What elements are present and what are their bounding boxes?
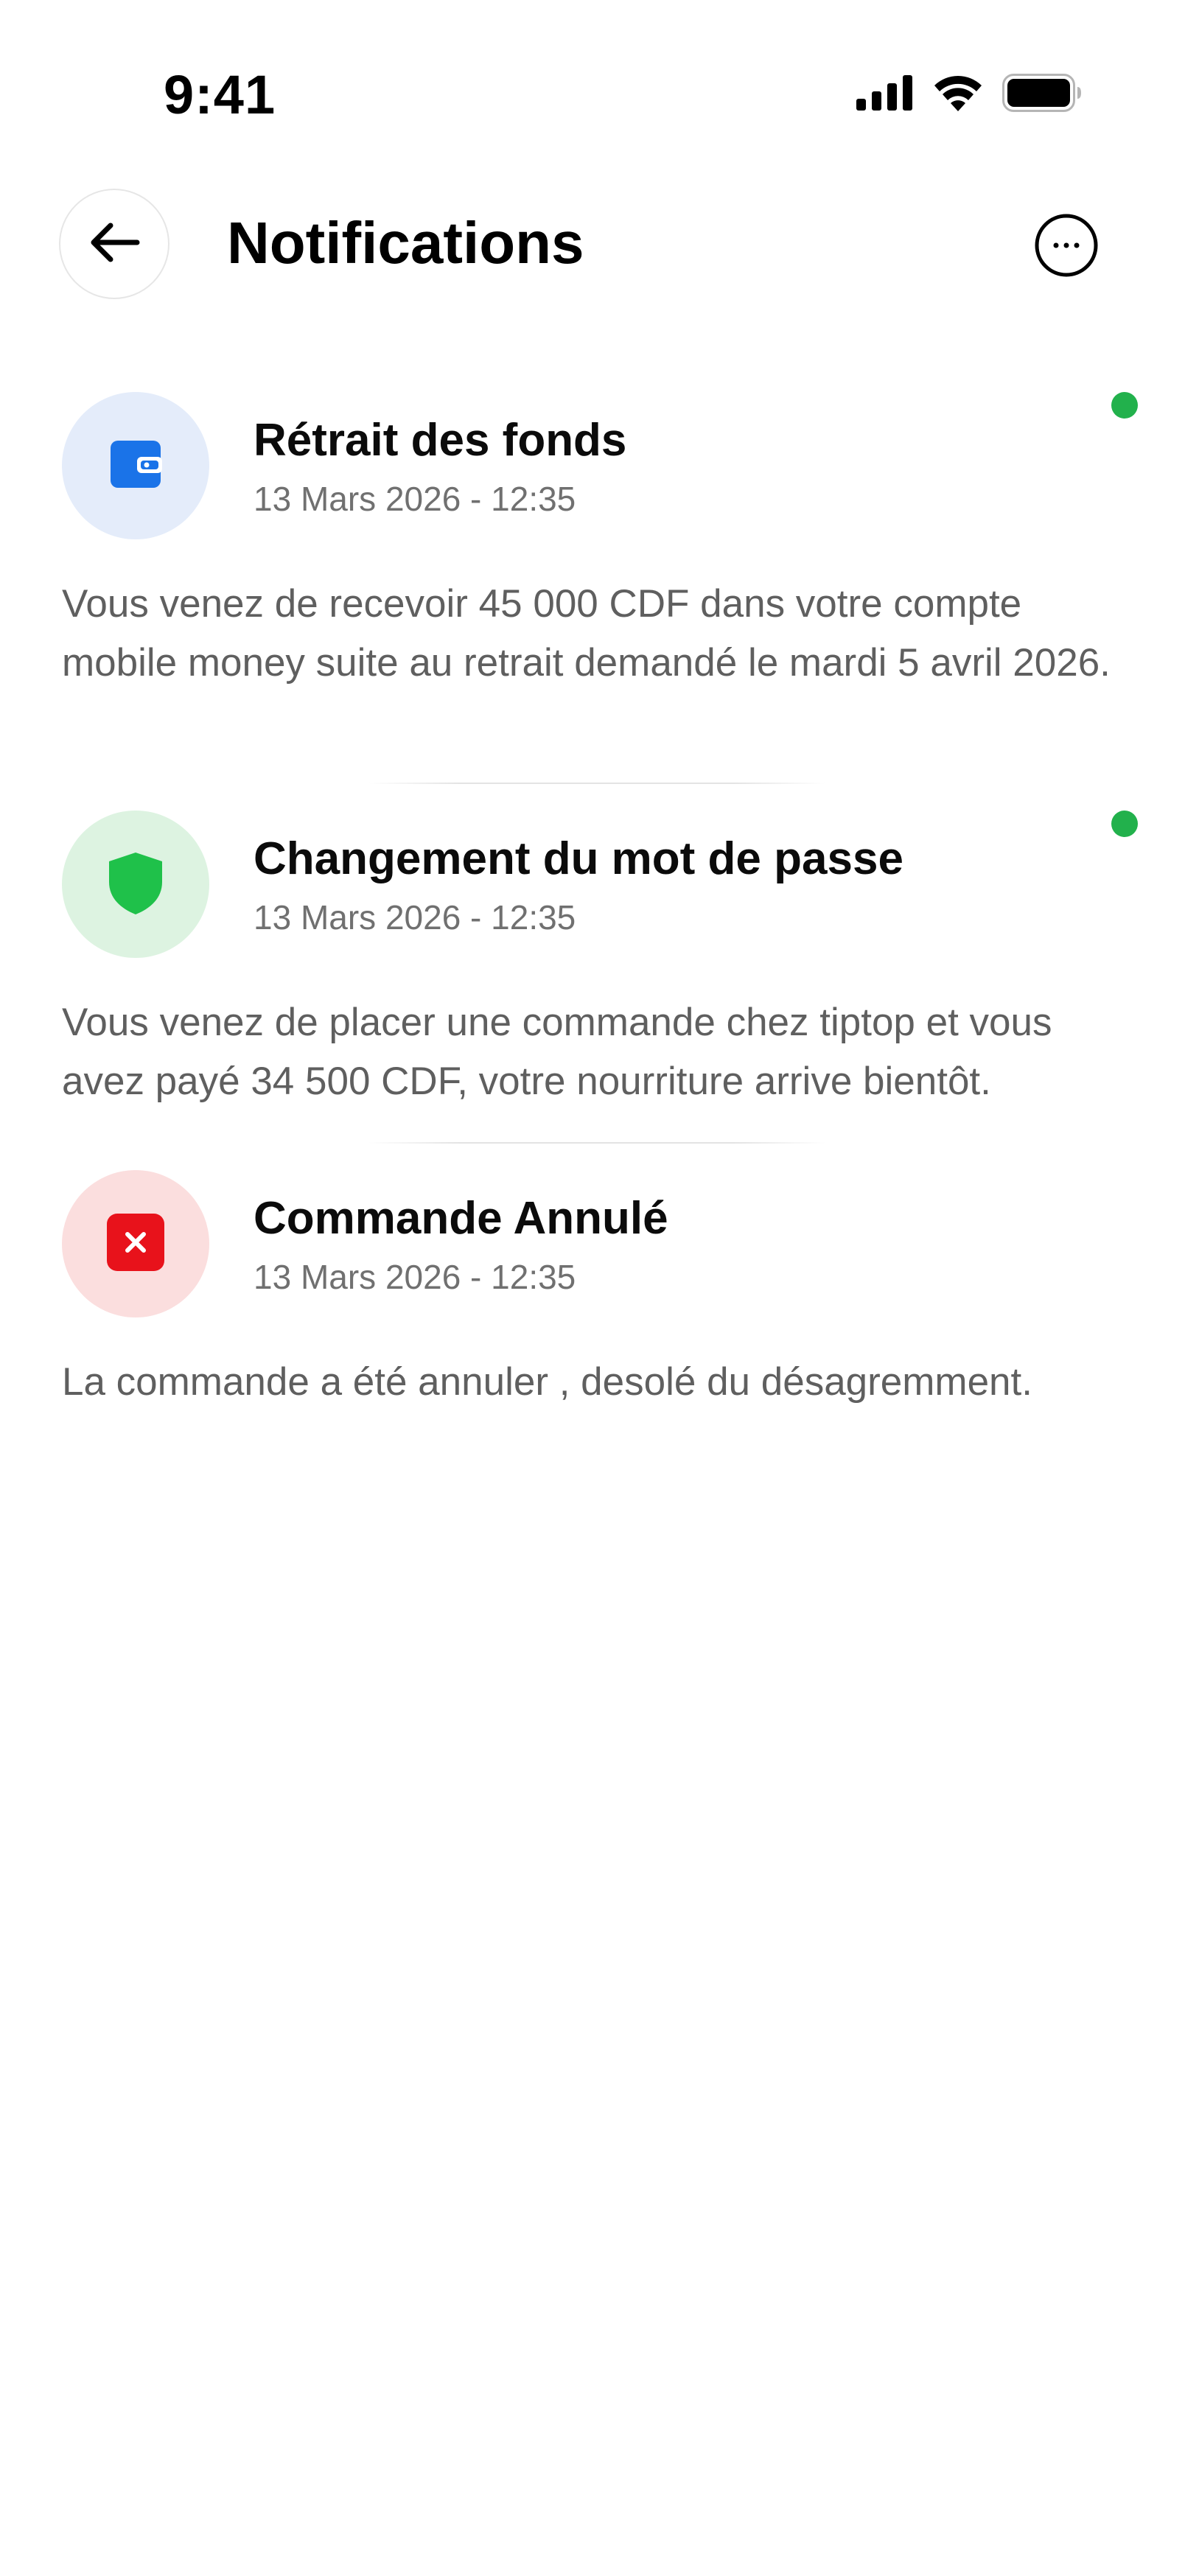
notification-item[interactable]: Changement du mot de passe 13 Mars 2026 … — [62, 811, 1138, 1111]
notification-avatar — [62, 1170, 209, 1317]
battery-icon — [1002, 74, 1082, 116]
notification-date: 13 Mars 2026 - 12:35 — [254, 1258, 576, 1296]
notification-avatar — [62, 392, 209, 539]
notification-body: Vous venez de recevoir 45 000 CDF dans v… — [62, 582, 1111, 685]
divider — [368, 783, 825, 784]
status-bar: 9:41 — [0, 0, 1185, 147]
cellular-signal-icon — [856, 75, 914, 114]
notification-item[interactable]: Rétrait des fonds 13 Mars 2026 - 12:35 V… — [62, 392, 1138, 693]
more-options-button[interactable] — [1033, 214, 1100, 280]
notification-date: 13 Mars 2026 - 12:35 — [254, 480, 576, 518]
wallet-icon — [108, 436, 164, 496]
shield-icon — [106, 850, 165, 920]
unread-indicator — [1111, 392, 1138, 419]
divider — [368, 1142, 825, 1144]
unread-indicator — [1111, 811, 1138, 837]
wifi-icon — [933, 74, 983, 115]
arrow-left-icon — [88, 222, 140, 267]
notification-avatar — [62, 811, 209, 958]
notification-title: Changement du mot de passe — [254, 833, 903, 884]
notification-title: Rétrait des fonds — [254, 415, 627, 466]
back-button[interactable] — [59, 189, 169, 299]
close-square-icon — [105, 1212, 166, 1276]
header: Notifications — [0, 184, 1185, 309]
notification-body: Vous venez de placer une commande chez t… — [62, 1001, 1052, 1103]
notification-item[interactable]: Commande Annulé 13 Mars 2026 - 12:35 La … — [62, 1170, 1123, 1412]
status-icons — [856, 74, 1082, 116]
notification-title: Commande Annulé — [254, 1193, 668, 1244]
more-horizontal-icon — [1034, 213, 1099, 281]
page-title: Notifications — [227, 210, 584, 276]
notification-date: 13 Mars 2026 - 12:35 — [254, 898, 576, 937]
status-time: 9:41 — [164, 64, 276, 125]
notification-body: La commande a été annuler , desolé du dé… — [62, 1360, 1032, 1404]
